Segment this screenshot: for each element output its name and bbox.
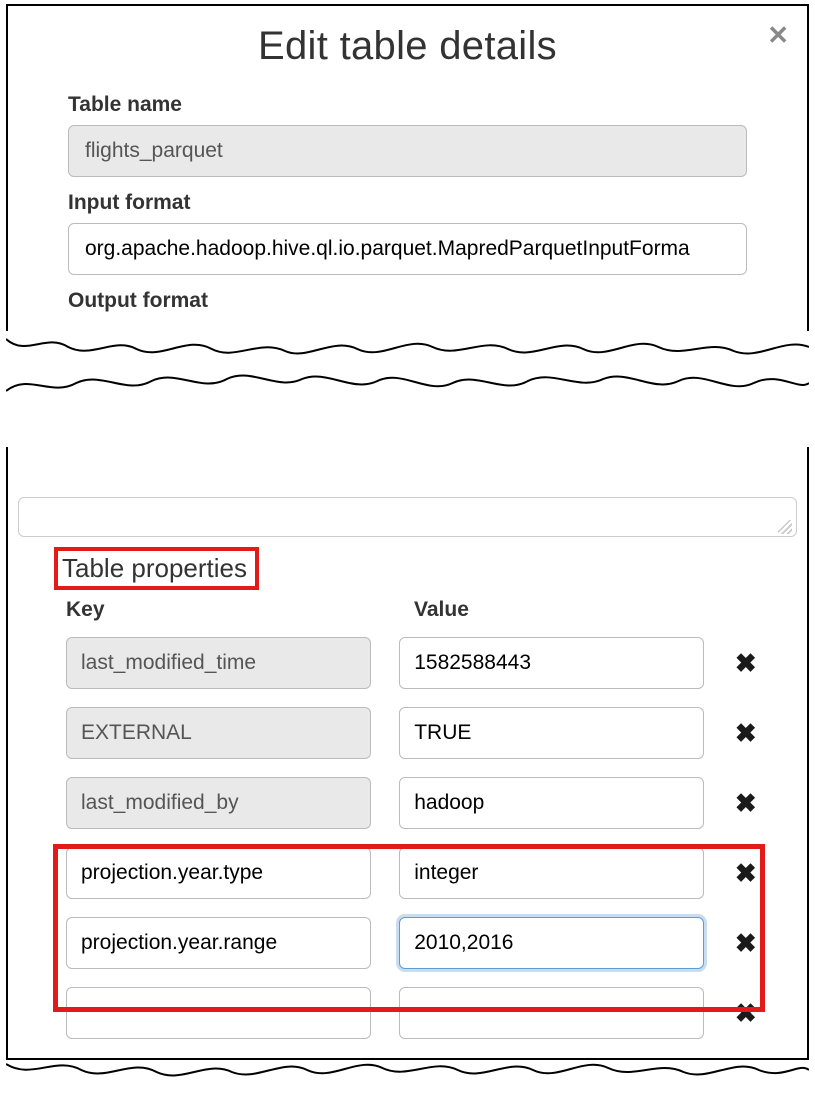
close-icon[interactable]: ✕ — [767, 22, 789, 48]
table-row: ✖ — [58, 978, 767, 1048]
dialog-title: Edit table details — [8, 24, 807, 69]
input-format-input[interactable] — [68, 223, 747, 275]
property-key-input[interactable] — [66, 637, 371, 689]
property-key-input[interactable] — [66, 987, 371, 1039]
property-key-input[interactable] — [66, 707, 371, 759]
table-row: ✖ — [58, 698, 767, 768]
table-row: ✖ — [58, 838, 767, 908]
input-format-label: Input format — [68, 191, 747, 215]
property-value-input[interactable] — [399, 917, 704, 969]
table-row: ✖ — [58, 908, 767, 978]
column-header-key: Key — [66, 598, 386, 622]
dialog-top: ✕ Edit table details Table name Input fo… — [6, 4, 809, 331]
property-value-input[interactable] — [399, 777, 704, 829]
delete-row-icon[interactable]: ✖ — [732, 1000, 759, 1026]
output-format-label: Output format — [68, 289, 747, 313]
table-row: ✖ — [58, 628, 767, 698]
property-value-input[interactable] — [399, 847, 704, 899]
dialog-bottom: Table properties Key Value ✖ ✖ — [6, 447, 809, 1060]
property-key-input[interactable] — [66, 847, 371, 899]
resize-grip-icon[interactable] — [778, 520, 792, 534]
delete-row-icon[interactable]: ✖ — [732, 790, 759, 816]
table-name-label: Table name — [68, 93, 747, 117]
table-properties-heading: Table properties — [54, 547, 259, 590]
column-header-value: Value — [414, 598, 767, 622]
property-value-input[interactable] — [399, 987, 704, 1039]
table-name-input[interactable] — [68, 125, 747, 177]
table-properties-list: ✖ ✖ ✖ ✖ — [58, 628, 767, 1048]
property-key-input[interactable] — [66, 777, 371, 829]
delete-row-icon[interactable]: ✖ — [732, 650, 759, 676]
textarea-prev-field[interactable] — [18, 497, 797, 537]
property-key-input[interactable] — [66, 917, 371, 969]
delete-row-icon[interactable]: ✖ — [732, 930, 759, 956]
table-properties-column-headers: Key Value — [58, 598, 767, 622]
property-value-input[interactable] — [399, 637, 704, 689]
delete-row-icon[interactable]: ✖ — [732, 860, 759, 886]
property-value-input[interactable] — [399, 707, 704, 759]
table-row: ✖ — [58, 768, 767, 838]
delete-row-icon[interactable]: ✖ — [732, 720, 759, 746]
